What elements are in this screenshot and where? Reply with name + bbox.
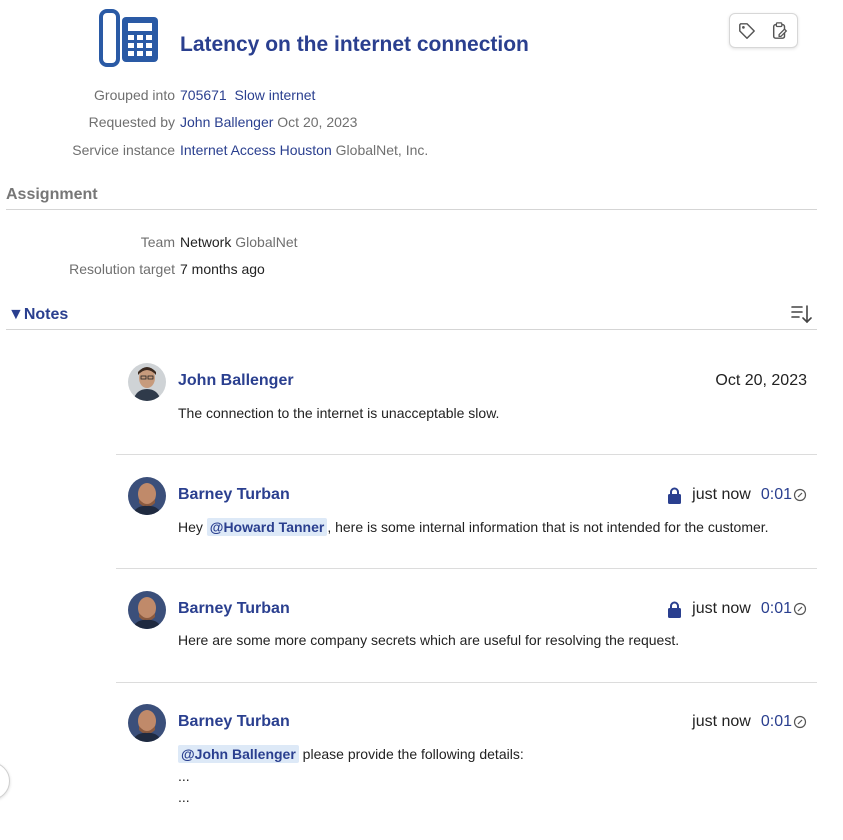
action-toolbar xyxy=(729,13,798,48)
note-author[interactable]: Barney Turban xyxy=(178,600,290,618)
mention-link[interactable]: @Howard Tanner xyxy=(206,518,328,536)
mention-link[interactable]: @John Ballenger xyxy=(178,745,299,763)
resolution-target-row: Resolution target 7 months ago xyxy=(0,259,843,279)
assignment-heading: Assignment xyxy=(6,186,98,203)
time-spent-link[interactable]: 0:01 xyxy=(761,486,792,504)
note-meta: just now 0:01 xyxy=(667,600,807,618)
note-item: Barney Turban just now 0:01 Hey @Howard … xyxy=(116,470,817,568)
team-label: Team xyxy=(140,234,175,250)
scroll-handle[interactable] xyxy=(0,762,10,800)
note-text: Here are some more company secrets which… xyxy=(178,632,680,648)
note-meta: just now 0:01 xyxy=(692,713,807,731)
stopwatch-edit-icon[interactable] xyxy=(793,715,807,729)
stopwatch-edit-icon[interactable] xyxy=(793,602,807,616)
note-meta: just now 0:01 xyxy=(667,486,807,504)
grouped-into-row: Grouped into 705671 Slow internet xyxy=(0,85,843,105)
note-author[interactable]: Barney Turban xyxy=(178,713,290,731)
note-item: John Ballenger Oct 20, 2023 The connecti… xyxy=(116,356,817,454)
team-value: Network xyxy=(180,234,232,250)
assignment-divider xyxy=(6,209,817,210)
note-item: Barney Turban just now 0:01 @John Ballen… xyxy=(116,697,817,837)
clipboard-edit-icon[interactable] xyxy=(771,22,789,40)
avatar xyxy=(128,704,166,742)
service-instance-link[interactable]: Internet Access Houston xyxy=(180,142,332,158)
note-author[interactable]: Barney Turban xyxy=(178,486,290,504)
notes-toggle[interactable]: ▼Notes xyxy=(8,306,68,324)
avatar xyxy=(128,591,166,629)
time-spent-link[interactable]: 0:01 xyxy=(761,713,792,731)
resolution-target-label: Resolution target xyxy=(69,261,175,277)
note-text-line: ... xyxy=(178,768,190,784)
requested-by-label: Requested by xyxy=(88,114,175,130)
service-provider: GlobalNet, Inc. xyxy=(335,142,429,158)
grouped-into-label: Grouped into xyxy=(94,87,175,103)
requested-by-row: Requested by John Ballenger Oct 20, 2023 xyxy=(0,112,843,132)
note-text: Hey @Howard Tanner, here is some interna… xyxy=(178,517,769,538)
avatar xyxy=(128,363,166,401)
requested-date: Oct 20, 2023 xyxy=(277,114,358,130)
service-instance-label: Service instance xyxy=(72,142,175,158)
note-text: The connection to the internet is unacce… xyxy=(178,405,500,421)
note-item: Barney Turban just now 0:01 Here are som… xyxy=(116,584,817,682)
note-divider xyxy=(116,454,817,455)
note-author[interactable]: John Ballenger xyxy=(178,372,294,390)
team-org: GlobalNet xyxy=(235,234,298,250)
note-text-suffix: , here is some internal information that… xyxy=(327,519,769,535)
note-text-prefix: Hey xyxy=(178,519,207,535)
note-divider xyxy=(116,568,817,569)
note-time: just now xyxy=(692,600,751,617)
notes-divider xyxy=(6,329,817,330)
note-time: just now xyxy=(692,713,751,730)
page-title: Latency on the internet connection xyxy=(180,33,529,56)
grouped-into-id-link[interactable]: 705671 xyxy=(180,87,227,103)
note-text-line: ... xyxy=(178,789,190,805)
note-time: Oct 20, 2023 xyxy=(715,372,807,389)
sort-descending-icon[interactable] xyxy=(790,303,812,325)
avatar xyxy=(128,477,166,515)
time-spent-link[interactable]: 0:01 xyxy=(761,600,792,618)
note-time: just now xyxy=(692,486,751,503)
lock-icon xyxy=(668,601,682,618)
stopwatch-edit-icon[interactable] xyxy=(793,488,807,502)
team-row: Team Network GlobalNet xyxy=(0,232,843,252)
telephone-icon xyxy=(99,9,158,67)
requester-link[interactable]: John Ballenger xyxy=(180,114,273,130)
lock-icon xyxy=(668,487,682,504)
grouped-into-name-link[interactable]: Slow internet xyxy=(235,87,316,103)
tag-icon[interactable] xyxy=(738,22,756,40)
note-meta: Oct 20, 2023 xyxy=(715,372,807,390)
note-text-suffix: please provide the following details: xyxy=(298,746,524,762)
note-divider xyxy=(116,682,817,683)
note-text: @John Ballenger please provide the follo… xyxy=(178,744,524,765)
resolution-target-value: 7 months ago xyxy=(180,261,265,277)
service-instance-row: Service instance Internet Access Houston… xyxy=(0,140,843,160)
